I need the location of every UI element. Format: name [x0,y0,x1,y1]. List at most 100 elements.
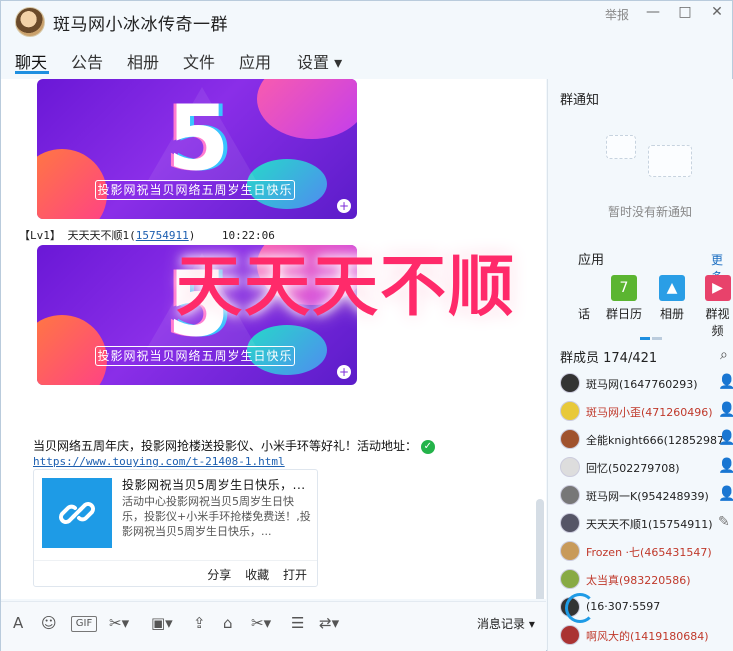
avatar[interactable] [560,625,580,645]
app-video[interactable]: ▶ 群视频 [700,275,733,339]
member-row[interactable]: 回忆(502279708) 👤 [560,457,733,481]
avatar[interactable] [560,429,580,449]
edit-icon[interactable]: ✎ [718,514,733,532]
member-level: 【Lv1】 [19,229,61,242]
banner-caption: 投影网祝当贝网络五周岁生日快乐 [95,180,295,200]
member-name: 回忆(502279708) [586,462,680,475]
group-title: 斑马网小冰冰传奇一群 [53,15,228,35]
member-row[interactable]: Frozen ·七(465431547) [560,541,733,565]
member-row[interactable]: 啊风大的(1419180684) [560,625,733,649]
photo-icon: ▲ [659,275,685,301]
screenshot-icon[interactable]: ✂▾ [109,614,129,634]
admin-icon[interactable]: 👤 [718,486,733,504]
tab-album[interactable]: 相册 [127,49,159,73]
avatar[interactable] [560,485,580,505]
tab-announcement[interactable]: 公告 [71,49,103,73]
gif-icon[interactable]: GIF [71,616,97,632]
gift-icon[interactable]: ⌂ [223,614,233,634]
group-avatar[interactable] [15,7,45,37]
message-history-button[interactable]: 消息记录 ▾ [477,615,535,632]
collect-button[interactable]: 收藏 [245,568,269,582]
member-name: 太当真(983220586) [586,574,691,587]
loading-spinner [565,593,595,623]
chat-scrollbar[interactable] [536,499,544,599]
member-row[interactable]: 斑马网小歪(471260496) 👤 [560,401,733,425]
message-link[interactable]: https://www.touying.com/t-21408-1.html [33,455,285,468]
banner-image-1[interactable]: 5 投影网祝当贝网络五周岁生日快乐 + [37,79,357,219]
banner-number: 5 [167,86,230,191]
verified-icon: ✓ [420,439,435,454]
admin-icon[interactable]: 👤 [718,374,733,392]
font-icon[interactable]: A [13,614,23,634]
admin-icon[interactable]: 👤 [718,430,733,448]
image-icon[interactable]: ▣▾ [151,614,173,634]
avatar[interactable] [560,401,580,421]
member-name: 斑马网一K(954248939) [586,490,709,503]
zoom-icon[interactable]: + [337,365,351,379]
members-count: 群成员 174/421 [560,351,658,366]
member-row[interactable]: 天天天不顺1(15754911) ✎ [560,513,733,537]
share-button[interactable]: 分享 [207,568,231,582]
zoom-icon[interactable]: + [337,199,351,213]
app-chat[interactable]: 话 [564,275,604,322]
active-tab-indicator [15,71,49,74]
report-link[interactable]: 举报 [605,6,629,23]
chat-message-area[interactable]: 5 投影网祝当贝网络五周岁生日快乐 + 【Lv1】 天天天不顺1(1575491… [1,79,546,599]
search-icon[interactable]: ⌕ [720,347,728,363]
tab-bar: 聊天 公告 相册 文件 应用 设置 ▾ [1,45,733,77]
notice-empty-text: 暂时没有新通知 [608,205,693,219]
avatar[interactable] [560,373,580,393]
qq-group-chat-window: 斑马网小冰冰传奇一群 举报 — □ ✕ 聊天 公告 相册 文件 应用 设置 ▾ … [0,0,733,651]
notice-placeholder-icon [648,145,692,177]
notice-title: 群通知 [560,93,600,108]
tab-files[interactable]: 文件 [183,49,215,73]
notice-placeholder-icon [606,135,636,159]
link-icon [42,478,112,548]
member-name: 斑马网小歪(471260496) [586,406,713,419]
title-bar: 斑马网小冰冰传奇一群 举报 — □ ✕ [1,1,733,41]
avatar[interactable] [560,541,580,561]
member-row[interactable]: 太当真(983220586) [560,569,733,593]
message-body: 当贝网络五周年庆，投影网抢楼送投影仪、小米手环等好礼！活动地址： [33,439,418,453]
maximize-button[interactable]: □ [677,4,693,20]
admin-icon[interactable]: 👤 [718,402,733,420]
admin-icon[interactable]: 👤 [718,458,733,476]
apps-title: 应用 [578,253,605,268]
app-album[interactable]: ▲ 相册 [652,275,692,322]
link-preview-card[interactable]: 投影网祝当贝5周岁生日快乐，... 活动中心投影网祝当贝5周岁生日快乐，投影仪+… [33,469,318,587]
tab-settings[interactable]: 设置 ▾ [297,49,342,73]
video-icon: ▶ [704,275,731,301]
app-calendar[interactable]: 7 群日历 [604,275,644,322]
minimize-button[interactable]: — [645,4,661,20]
sender-name[interactable]: 天天天不顺1 [68,229,130,242]
open-button[interactable]: 打开 [283,568,307,582]
member-name: (16·307·5597 [586,600,661,613]
more-icon[interactable]: ⇄▾ [319,614,339,634]
tab-apps[interactable]: 应用 [239,49,271,73]
member-name: Frozen ·七(465431547) [586,546,712,559]
tab-chat[interactable]: 聊天 [15,49,47,73]
member-name: 全能knight666(12852987 [586,434,724,447]
overlay-text: 天天天不顺 [176,248,516,325]
upload-icon[interactable]: ⇪ [193,614,206,634]
avatar[interactable] [560,569,580,589]
emoji-icon[interactable]: ☺ [41,614,57,634]
card-title: 投影网祝当贝5周岁生日快乐，... [122,478,306,492]
message-text: 当贝网络五周年庆，投影网抢楼送投影仪、小米手环等好礼！活动地址： ✓ [33,437,435,454]
member-row[interactable]: 斑马网(1647760293) 👤 [560,373,733,397]
banner-caption: 投影网祝当贝网络五周岁生日快乐 [95,346,295,366]
card-description: 活动中心投影网祝当贝5周岁生日快乐，投影仪+小米手环抢楼免费送！,投影网祝当贝5… [122,495,311,538]
member-name: 啊风大的(1419180684) [586,630,709,643]
chat-icon [571,275,597,301]
close-button[interactable]: ✕ [709,4,725,20]
history-icon[interactable]: ☰ [291,614,304,634]
member-name: 天天天不顺1(15754911) [586,518,713,531]
member-row[interactable]: 全能knight666(12852987 👤 [560,429,733,453]
avatar[interactable] [560,513,580,533]
apps-pager[interactable] [640,329,680,340]
scissors-icon[interactable]: ✂▾ [251,614,271,634]
calendar-icon: 7 [611,275,637,301]
right-panel: 群通知 暂时没有新通知 应用 更多 话 7 群日历 ▲ 相册 ▶ 群视频 群成员… [547,79,733,651]
avatar[interactable] [560,457,580,477]
member-row[interactable]: 斑马网一K(954248939) 👤 [560,485,733,509]
